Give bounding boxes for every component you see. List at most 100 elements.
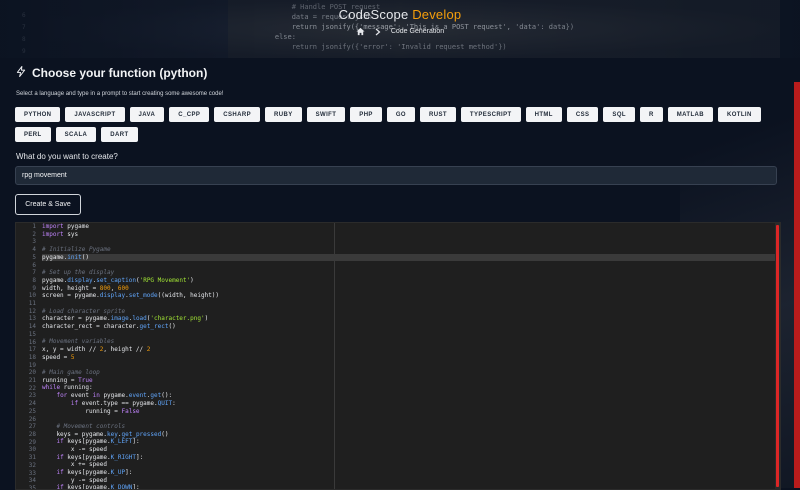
code-content[interactable]: import pygame import sys # Initialize Pyga… xyxy=(42,223,776,489)
page-title: Choose your function (python) xyxy=(16,66,207,80)
language-button-r[interactable]: R xyxy=(639,107,663,122)
page-title-text: Choose your function (python) xyxy=(32,66,208,80)
brand-name: CodeScope xyxy=(338,7,409,22)
code-line[interactable]: running = True xyxy=(42,377,776,385)
line-number: 25 xyxy=(28,407,36,415)
code-line[interactable]: # Initialize Pygame xyxy=(42,246,776,254)
create-save-button[interactable]: Create & Save xyxy=(15,194,81,215)
line-number: 11 xyxy=(28,300,36,308)
language-button-csharp[interactable]: CSHARP xyxy=(214,107,261,122)
editor-split-divider xyxy=(334,223,335,489)
code-line[interactable]: while running: xyxy=(42,384,776,392)
page-subtitle: Select a language and type in a prompt t… xyxy=(16,91,224,97)
language-button-rust[interactable]: RUST xyxy=(419,107,456,122)
line-number: 35 xyxy=(28,484,36,490)
code-line[interactable] xyxy=(42,300,776,308)
line-number: 15 xyxy=(28,330,36,338)
line-number: 19 xyxy=(28,361,36,369)
code-line[interactable]: # Movement variables xyxy=(42,338,776,346)
code-line[interactable]: y -= speed xyxy=(42,477,776,485)
code-line[interactable] xyxy=(42,361,776,369)
code-line[interactable]: if keys[pygame.K_UP]: xyxy=(42,469,776,477)
brand-logo[interactable]: CodeScope Develop xyxy=(0,7,800,22)
language-button-matlab[interactable]: MATLAB xyxy=(667,107,713,122)
language-selector: PYTHON JAVASCRIPT JAVA C_CPP CSHARP RUBY SWIFT… xyxy=(15,107,785,142)
language-button-c_cpp[interactable]: C_CPP xyxy=(169,107,210,122)
line-number: 10 xyxy=(28,292,36,300)
line-number: 34 xyxy=(28,477,36,485)
prompt-input-value: rpg movement xyxy=(22,172,67,179)
language-button-dart[interactable]: DART xyxy=(101,127,138,142)
page-accent-bar xyxy=(794,82,800,488)
prompt-input[interactable]: rpg movement xyxy=(15,166,777,185)
language-button-swift[interactable]: SWIFT xyxy=(306,107,346,122)
code-line[interactable] xyxy=(42,415,776,423)
code-line[interactable]: # Main game loop xyxy=(42,369,776,377)
language-button-perl[interactable]: PERL xyxy=(15,127,51,142)
code-line[interactable]: pygame.display.set_caption('RPG Movement… xyxy=(42,277,776,285)
language-button-python[interactable]: PYTHON xyxy=(15,107,61,122)
language-button-css[interactable]: CSS xyxy=(566,107,599,122)
breadcrumb-current: Code Generation xyxy=(390,28,445,35)
line-number: 13 xyxy=(28,315,36,323)
lightning-icon xyxy=(16,66,26,80)
language-button-html[interactable]: HTML xyxy=(525,107,562,122)
language-button-scala[interactable]: SCALA xyxy=(55,127,97,142)
code-line[interactable] xyxy=(42,238,776,246)
code-line[interactable]: # Load character sprite xyxy=(42,308,776,316)
code-line[interactable]: running = False xyxy=(42,408,776,416)
language-button-typescript[interactable]: TYPESCRIPT xyxy=(460,107,521,122)
line-number: 18 xyxy=(28,353,36,361)
code-line[interactable]: speed = 5 xyxy=(42,354,776,362)
language-button-kotlin[interactable]: KOTLIN xyxy=(718,107,761,122)
language-button-ruby[interactable]: RUBY xyxy=(265,107,302,122)
code-line[interactable]: if event.type == pygame.QUIT: xyxy=(42,400,776,408)
code-line[interactable]: # Movement controls xyxy=(42,423,776,431)
line-number: 8 xyxy=(32,276,36,284)
code-line[interactable]: x, y = width // 2, height // 2 xyxy=(42,346,776,354)
editor-scrollbar-thumb[interactable] xyxy=(776,225,779,487)
line-number: 26 xyxy=(28,415,36,423)
code-line[interactable]: pygame.init() xyxy=(42,253,776,262)
hero-banner: 6789 elif request.method == 'POST': # Ha… xyxy=(0,0,800,58)
home-icon[interactable] xyxy=(356,27,365,36)
breadcrumb: Code Generation xyxy=(0,27,800,36)
line-number: 32 xyxy=(28,461,36,469)
code-line[interactable]: width, height = 800, 600 xyxy=(42,285,776,293)
code-line[interactable] xyxy=(42,261,776,269)
line-number: 30 xyxy=(28,446,36,454)
code-line[interactable]: if keys[pygame.K_LEFT]: xyxy=(42,438,776,446)
line-number: 33 xyxy=(28,469,36,477)
code-line[interactable]: import pygame xyxy=(42,223,776,231)
language-button-go[interactable]: GO xyxy=(386,107,415,122)
language-button-javascript[interactable]: JAVASCRIPT xyxy=(65,107,125,122)
code-line[interactable]: import sys xyxy=(42,231,776,239)
code-line[interactable]: screen = pygame.display.set_mode((width,… xyxy=(42,292,776,300)
line-number: 16 xyxy=(28,338,36,346)
code-line[interactable]: character_rect = character.get_rect() xyxy=(42,323,776,331)
line-number: 14 xyxy=(28,323,36,331)
line-number: 22 xyxy=(28,384,36,392)
language-button-java[interactable]: JAVA xyxy=(129,107,165,122)
line-number: 6 xyxy=(32,261,36,269)
language-button-php[interactable]: PHP xyxy=(350,107,382,122)
code-line[interactable]: if keys[pygame.K_RIGHT]: xyxy=(42,454,776,462)
code-line[interactable] xyxy=(42,331,776,339)
code-line[interactable]: if keys[pygame.K_DOWN]: xyxy=(42,484,776,489)
line-number: 24 xyxy=(28,400,36,408)
code-line[interactable]: # Set up the display xyxy=(42,269,776,277)
code-line[interactable]: keys = pygame.key.get_pressed() xyxy=(42,431,776,439)
line-number: 27 xyxy=(28,423,36,431)
line-number: 28 xyxy=(28,430,36,438)
code-editor[interactable]: 1 2 3 4 5 6 7 8 9 10 11 12 13 14 15 16 17 18 19 20 21 22 23 24 2… xyxy=(15,222,781,490)
code-line[interactable]: character = pygame.image.load('character… xyxy=(42,315,776,323)
code-line[interactable]: x += speed xyxy=(42,461,776,469)
editor-scrollbar[interactable] xyxy=(775,223,780,489)
line-number: 29 xyxy=(28,438,36,446)
brand-suffix: Develop xyxy=(412,7,462,22)
code-line[interactable]: for event in pygame.event.get(): xyxy=(42,392,776,400)
language-button-sql[interactable]: SQL xyxy=(603,107,635,122)
chevron-right-icon xyxy=(375,28,381,36)
code-line[interactable]: x -= speed xyxy=(42,446,776,454)
line-number: 4 xyxy=(32,246,36,254)
